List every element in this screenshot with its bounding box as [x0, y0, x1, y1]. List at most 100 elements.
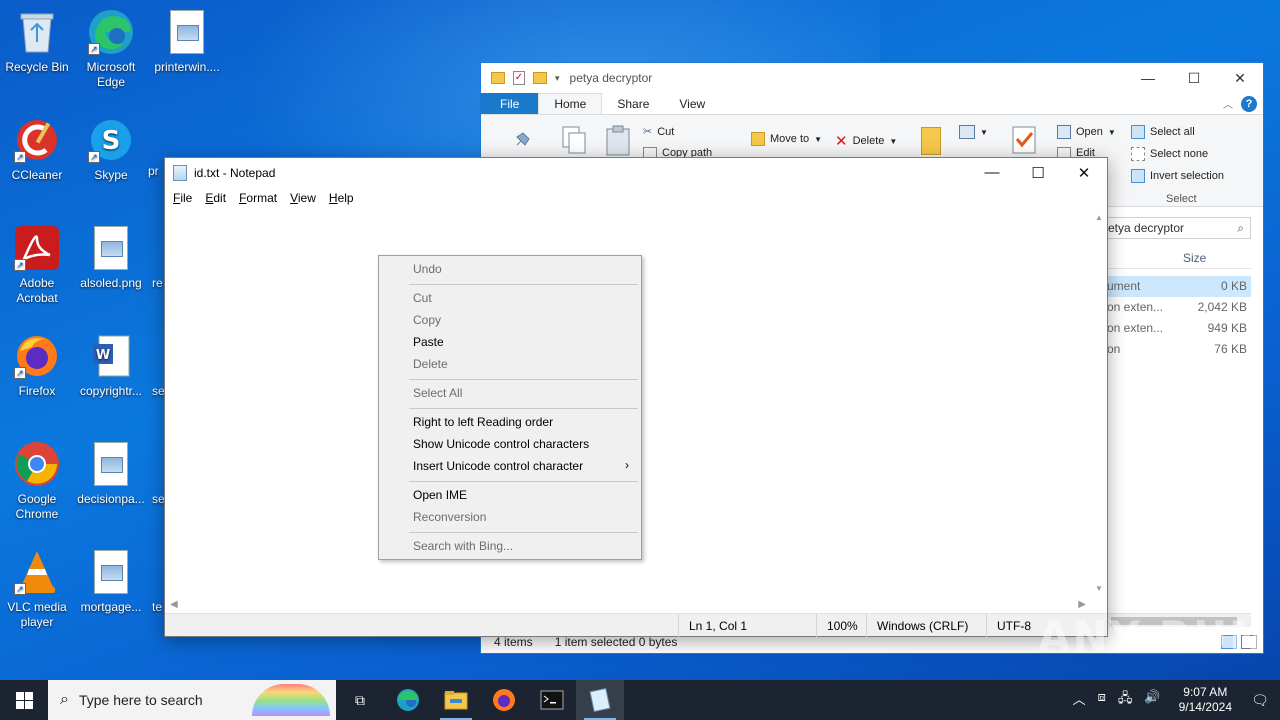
scroll-left-icon[interactable]: ◀ [170, 599, 178, 610]
desktop-icon-firefox[interactable]: ↗ Firefox [0, 332, 74, 399]
close-button[interactable]: ✕ [1061, 158, 1107, 187]
menu-file[interactable]: File [172, 191, 198, 205]
context-item-search-bing[interactable]: Search with Bing... [381, 535, 639, 557]
network-icon[interactable]: 🖧 [1118, 689, 1133, 711]
file-row-name: on [1107, 342, 1121, 356]
cut-button[interactable]: ✂ Cut [643, 125, 674, 139]
shortcut-arrow-icon: ↗ [88, 43, 100, 55]
new-item-button[interactable]: ▼ [959, 125, 988, 139]
properties-button[interactable] [1011, 125, 1037, 155]
notification-center-icon[interactable]: 🗨 [1240, 692, 1280, 709]
explorer-title-bar[interactable]: ✓ ▾ petya decryptor — ☐ ✕ [481, 63, 1263, 93]
invert-selection-button[interactable]: Invert selection [1131, 169, 1224, 183]
desktop-icon-decisionpa[interactable]: decisionpa... [74, 440, 148, 507]
new-item-icon [959, 125, 975, 139]
taskbar-edge[interactable] [384, 680, 432, 720]
desktop-icon-printerwin[interactable]: printerwin.... [150, 8, 224, 75]
menu-edit[interactable]: Edit [204, 191, 232, 205]
notepad-title-bar[interactable]: id.txt - Notepad — ☐ ✕ [165, 158, 1107, 187]
new-folder-button[interactable] [921, 127, 941, 155]
scroll-right-icon[interactable]: ▶ [1078, 599, 1086, 610]
desktop-icon-alsoled[interactable]: alsoled.png [74, 224, 148, 291]
context-item-rtl-reading-order[interactable]: Right to left Reading order [381, 411, 639, 433]
help-icon[interactable]: ? [1241, 95, 1257, 112]
properties-icon[interactable]: ✓ [513, 71, 525, 85]
taskbar-notepad[interactable] [576, 680, 624, 720]
folder-icon [751, 132, 765, 146]
desktop-icon-google-chrome[interactable]: Google Chrome [0, 440, 74, 522]
maximize-button[interactable]: ☐ [1015, 158, 1061, 187]
select-none-button[interactable]: Select none [1131, 147, 1208, 161]
context-item-undo[interactable]: Undo [381, 258, 639, 280]
context-item-reconversion[interactable]: Reconversion [381, 506, 639, 528]
select-all-button[interactable]: Select all [1131, 125, 1195, 139]
file-row[interactable]: on exten... 949 KB [1101, 318, 1251, 339]
collapse-ribbon-icon[interactable]: ︿ [1223, 96, 1233, 111]
column-headers: Size [1101, 249, 1251, 269]
file-row[interactable]: on 76 KB [1101, 339, 1251, 360]
acrobat-icon: ↗ [13, 224, 61, 272]
tab-view[interactable]: View [664, 93, 720, 114]
desktop-icon-ccleaner[interactable]: ↗ CCleaner [0, 116, 74, 183]
svg-text:S: S [102, 126, 121, 156]
tab-file[interactable]: File [481, 93, 539, 114]
context-item-insert-unicode[interactable]: Insert Unicode control character › [381, 455, 639, 477]
network-status-icon[interactable]: ⧈ [1098, 689, 1106, 711]
image-file-icon [163, 8, 211, 56]
maximize-button[interactable]: ☐ [1171, 63, 1217, 93]
desktop-icon-edge[interactable]: ↗ Microsoft Edge [74, 8, 148, 90]
minimize-button[interactable]: — [969, 158, 1015, 187]
taskbar-firefox[interactable] [480, 680, 528, 720]
task-view-button[interactable]: ⧉ [336, 680, 384, 720]
context-item-cut[interactable]: Cut [381, 287, 639, 309]
svg-text:W: W [96, 348, 110, 363]
taskbar-clock[interactable]: 9:07 AM 9/14/2024 [1171, 685, 1240, 715]
tab-share[interactable]: Share [602, 93, 664, 114]
file-row[interactable]: on exten... 2,042 KB [1101, 297, 1251, 318]
menu-view[interactable]: View [289, 191, 322, 205]
desktop-icon-adobe-acrobat[interactable]: ↗ Adobe Acrobat [0, 224, 74, 306]
desktop-icon-skype[interactable]: S ↗ Skype [74, 116, 148, 183]
context-item-copy[interactable]: Copy [381, 309, 639, 331]
notepad-horizontal-scrollbar[interactable]: ◀ ▶ [165, 597, 1091, 613]
context-item-select-all[interactable]: Select All [381, 382, 639, 404]
volume-icon[interactable]: 🔊 [1144, 689, 1160, 711]
desktop-icon-mortgage[interactable]: mortgage... [74, 548, 148, 615]
word-file-icon: W [87, 332, 135, 380]
scroll-down-icon[interactable]: ▼ [1095, 584, 1103, 593]
menu-format[interactable]: Format [238, 191, 283, 205]
context-item-delete[interactable]: Delete [381, 353, 639, 375]
explorer-search-input[interactable]: etya decryptor ⌕ [1101, 217, 1251, 239]
scissors-icon: ✂ [643, 126, 653, 138]
desktop-icon-recycle-bin[interactable]: Recycle Bin [0, 8, 74, 75]
scroll-up-icon[interactable]: ▲ [1095, 213, 1103, 222]
pin-icon[interactable] [511, 129, 533, 151]
quick-access-dropdown-icon[interactable]: ▾ [555, 73, 560, 84]
taskbar-command-prompt[interactable] [528, 680, 576, 720]
taskbar-file-explorer[interactable] [432, 680, 480, 720]
desktop-icon-vlc[interactable]: ↗ VLC media player [0, 548, 74, 630]
desktop-icon-copyright[interactable]: W copyrightr... [74, 332, 148, 399]
move-to-button[interactable]: Move to ▼ [751, 132, 822, 146]
show-hidden-icons-icon[interactable]: ︿ [1073, 689, 1086, 711]
close-button[interactable]: ✕ [1217, 63, 1263, 93]
start-button[interactable] [0, 680, 48, 720]
context-item-paste[interactable]: Paste [381, 331, 639, 353]
taskbar-search-box[interactable]: ⌕ Type here to search [48, 680, 336, 720]
context-item-show-unicode[interactable]: Show Unicode control characters [381, 433, 639, 455]
new-folder-icon[interactable] [533, 72, 547, 84]
delete-button[interactable]: ✕ Delete ▼ [835, 132, 897, 150]
folder-icon [491, 72, 505, 84]
open-button[interactable]: Open ▼ [1057, 125, 1116, 139]
notepad-vertical-scrollbar[interactable]: ▲ ▼ [1091, 209, 1107, 597]
notepad-title: id.txt - Notepad [194, 165, 276, 180]
file-row[interactable]: ument 0 KB [1101, 276, 1251, 297]
column-header-size[interactable]: Size [1183, 251, 1206, 265]
file-row-size: 949 KB [1207, 321, 1247, 335]
menu-help[interactable]: Help [328, 191, 360, 205]
paste-icon[interactable] [605, 125, 631, 157]
tab-home[interactable]: Home [538, 93, 603, 114]
copy-icon[interactable] [561, 125, 587, 155]
minimize-button[interactable]: — [1125, 63, 1171, 93]
context-item-open-ime[interactable]: Open IME [381, 484, 639, 506]
